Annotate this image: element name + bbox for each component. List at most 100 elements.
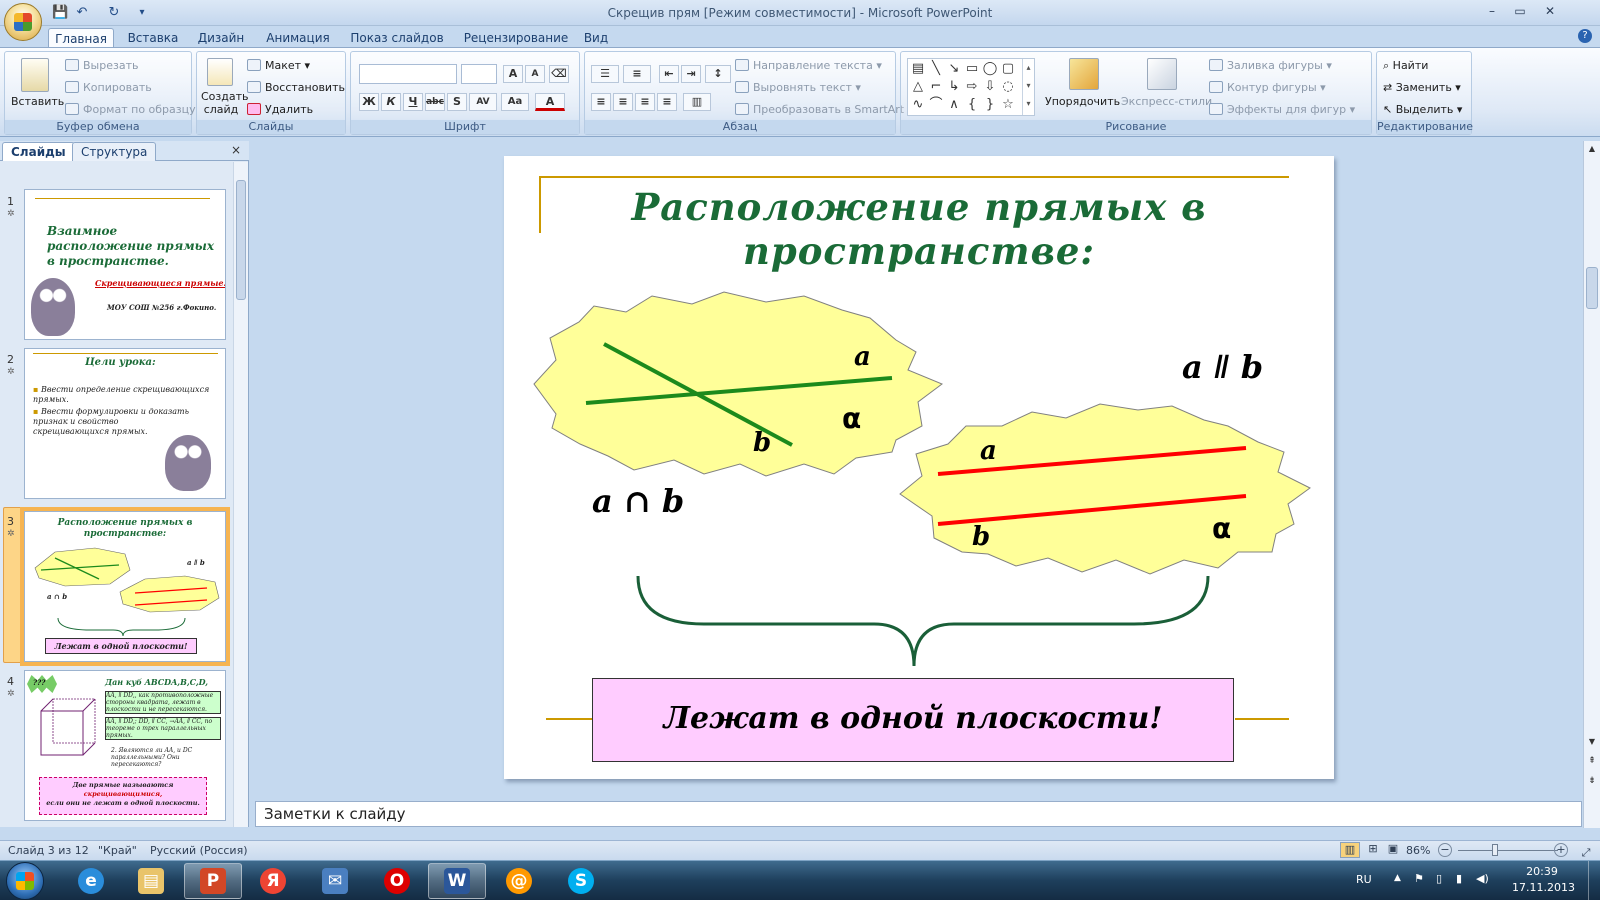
font-family-select[interactable] xyxy=(359,64,457,84)
taskbar-explorer[interactable]: ▤ xyxy=(122,863,180,899)
taskbar-powerpoint[interactable]: P xyxy=(184,863,242,899)
scroll-down-icon[interactable]: ▼ xyxy=(1584,735,1600,749)
cut-button[interactable]: Вырезать xyxy=(65,58,138,74)
shape-outline-button[interactable]: Контур фигуры ▾ xyxy=(1209,80,1326,96)
new-slide-icon[interactable] xyxy=(207,58,233,86)
decrease-indent-icon[interactable]: ⇤ xyxy=(659,65,679,83)
strikethrough-button[interactable]: abc xyxy=(425,93,445,111)
align-right-icon[interactable]: ≡ xyxy=(635,93,655,111)
start-button[interactable] xyxy=(6,862,44,900)
underline-button[interactable]: Ч xyxy=(403,93,423,111)
zoom-slider[interactable] xyxy=(1458,850,1558,851)
zoom-in-icon[interactable]: + xyxy=(1554,843,1568,857)
slideshow-view-icon[interactable]: ▣ xyxy=(1384,842,1402,858)
shapes-gallery[interactable]: ▤ ╲ ↘ ▭ ◯ ▢ △ ⌐ ↳ ⇨ ⇩ ◌ ∿ ⌒ ∧ { } ☆ ▴ ▾ ▾ xyxy=(907,58,1035,116)
layout-button[interactable]: Макет ▾ xyxy=(247,58,310,74)
arrange-button[interactable]: Упорядочить xyxy=(1045,94,1120,110)
callout-shape-icon[interactable]: ◌ xyxy=(1000,79,1016,95)
font-size-select[interactable] xyxy=(461,64,497,84)
volume-icon[interactable]: ◀) xyxy=(1476,872,1489,885)
network-icon[interactable]: ▮ xyxy=(1456,872,1462,885)
curve-shape-icon[interactable]: ∿ xyxy=(910,97,926,113)
taskbar-skype[interactable]: S xyxy=(552,863,610,899)
tab-animation[interactable]: Анимация xyxy=(258,28,338,48)
copy-button[interactable]: Копировать xyxy=(65,80,152,96)
shadow-button[interactable]: S xyxy=(447,93,467,111)
taskbar-ie[interactable]: e xyxy=(62,863,120,899)
action-center-flag-icon[interactable]: ⚑ xyxy=(1414,872,1424,885)
slide-scrollbar[interactable]: ▲ ▼ ⇞ ⇟ xyxy=(1583,141,1600,828)
format-painter-button[interactable]: Формат по образцу xyxy=(65,102,196,118)
tab-review[interactable]: Рецензирование xyxy=(456,28,576,48)
office-button[interactable] xyxy=(4,3,42,41)
close-button[interactable]: ✕ xyxy=(1538,2,1562,20)
arrow-line-shape-icon[interactable]: ↘ xyxy=(946,61,962,77)
line-shape-icon[interactable]: ╲ xyxy=(928,61,944,77)
font-color-button[interactable]: A xyxy=(535,93,565,111)
columns-icon[interactable]: ▥ xyxy=(683,93,711,111)
italic-button[interactable]: К xyxy=(381,93,401,111)
help-icon[interactable]: ? xyxy=(1578,29,1592,43)
zoom-slider-thumb[interactable] xyxy=(1492,844,1498,856)
clock-date[interactable]: 17.11.2013 xyxy=(1512,881,1575,894)
replace-button[interactable]: ⇄ Заменить ▾ xyxy=(1383,80,1461,96)
notes-pane[interactable]: Заметки к слайду xyxy=(255,801,1582,827)
slide-scroll-thumb[interactable] xyxy=(1586,267,1598,309)
shrink-font-button[interactable]: A xyxy=(525,65,545,83)
slide-thumb-3[interactable]: Расположение прямых в пространстве: a ∩ … xyxy=(24,511,226,662)
taskbar-opera[interactable]: O xyxy=(368,863,426,899)
elbow-arrow-shape-icon[interactable]: ↳ xyxy=(946,79,962,95)
tab-slideshow[interactable]: Показ слайдов xyxy=(346,28,448,48)
quick-styles-button[interactable]: Экспресс-стили xyxy=(1121,94,1212,110)
right-arrow-shape-icon[interactable]: ⇨ xyxy=(964,79,980,95)
panel-scroll-thumb[interactable] xyxy=(236,180,246,300)
paste-button[interactable]: Вставить xyxy=(11,94,64,110)
right-brace-shape-icon[interactable]: } xyxy=(982,97,998,113)
tab-home[interactable]: Главная xyxy=(48,28,114,48)
increase-indent-icon[interactable]: ⇥ xyxy=(681,65,701,83)
select-button[interactable]: ↖ Выделить ▾ xyxy=(1383,102,1462,118)
scroll-up-icon[interactable]: ▲ xyxy=(1584,141,1600,157)
clear-format-icon[interactable]: ⌫ xyxy=(549,65,569,83)
clock-time[interactable]: 20:39 xyxy=(1512,865,1572,878)
bold-button[interactable]: Ж xyxy=(359,93,379,111)
maximize-button[interactable]: ▭ xyxy=(1508,2,1532,20)
next-slide-icon[interactable]: ⇟ xyxy=(1584,773,1600,789)
rounded-rect-shape-icon[interactable]: ▢ xyxy=(1000,61,1016,77)
taskbar-mail[interactable]: ✉ xyxy=(306,863,364,899)
taskbar-yandex[interactable]: Я xyxy=(244,863,302,899)
show-desktop-button[interactable] xyxy=(1588,861,1600,900)
keyboard-language[interactable]: RU xyxy=(1356,873,1372,886)
down-arrow-shape-icon[interactable]: ⇩ xyxy=(982,79,998,95)
tab-design[interactable]: Дизайн xyxy=(192,28,250,48)
rectangle-shape-icon[interactable]: ▭ xyxy=(964,61,980,77)
star-shape-icon[interactable]: ☆ xyxy=(1000,97,1016,113)
arc-shape-icon[interactable]: ⌒ xyxy=(928,97,944,113)
new-slide-button[interactable]: Создать слайд xyxy=(201,90,249,116)
align-text-button[interactable]: Выровнять текст ▾ xyxy=(735,80,861,96)
slide-thumb-1[interactable]: Взаимное расположение прямых в пространс… xyxy=(24,189,226,340)
textbox-shape-icon[interactable]: ▤ xyxy=(910,61,926,77)
shape-fill-button[interactable]: Заливка фигуры ▾ xyxy=(1209,58,1332,74)
taskbar-word[interactable]: W xyxy=(428,863,486,899)
align-center-icon[interactable]: ≡ xyxy=(613,93,633,111)
smartart-button[interactable]: Преобразовать в SmartArt ▾ xyxy=(735,102,913,118)
slide-sorter-icon[interactable]: ⊞ xyxy=(1364,842,1382,858)
minimize-button[interactable]: – xyxy=(1480,2,1504,20)
taskbar-mailru[interactable]: @ xyxy=(490,863,548,899)
tray-expand-icon[interactable]: ▲ xyxy=(1394,873,1401,883)
fit-to-window-icon[interactable]: ⤢ xyxy=(1578,843,1594,859)
justify-icon[interactable]: ≡ xyxy=(657,93,677,111)
reset-button[interactable]: Восстановить xyxy=(247,80,345,96)
shape-effects-button[interactable]: Эффекты для фигур ▾ xyxy=(1209,102,1355,118)
freeform-shape-icon[interactable]: ∧ xyxy=(946,97,962,113)
current-slide[interactable]: Расположение прямых в пространстве: a b … xyxy=(504,156,1334,779)
line-spacing-icon[interactable]: ↕ xyxy=(705,65,731,83)
grow-font-button[interactable]: A xyxy=(503,65,523,83)
text-direction-button[interactable]: Направление текста ▾ xyxy=(735,58,882,74)
tab-view[interactable]: Вид xyxy=(578,28,614,48)
bullets-icon[interactable]: ☰ xyxy=(591,65,619,83)
zoom-out-icon[interactable]: − xyxy=(1438,843,1452,857)
triangle-shape-icon[interactable]: △ xyxy=(910,79,926,95)
oval-shape-icon[interactable]: ◯ xyxy=(982,61,998,77)
